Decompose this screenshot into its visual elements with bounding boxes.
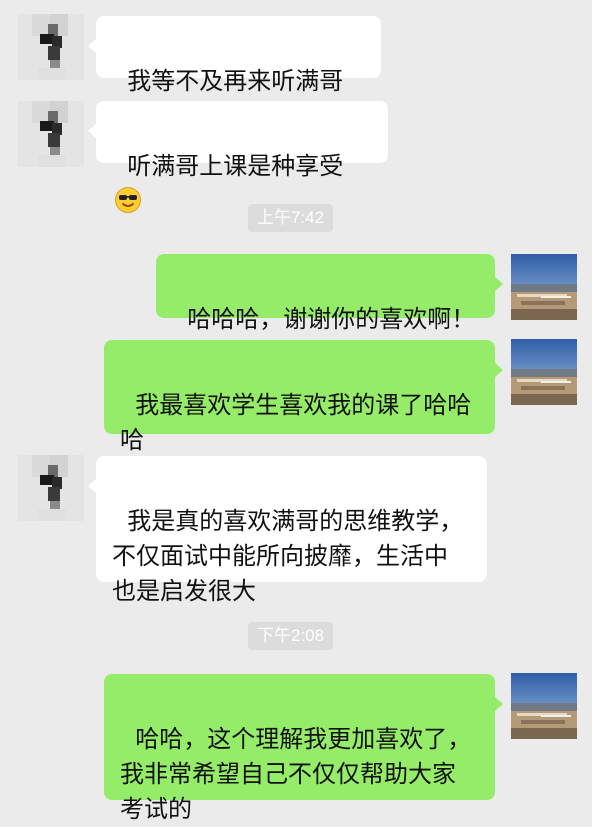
landscape-photo-avatar-icon [511, 673, 577, 739]
message-text: 我最喜欢学生喜欢我的课了哈哈哈 [120, 391, 472, 454]
contact-avatar[interactable] [18, 14, 84, 80]
pixelated-avatar-icon [18, 14, 84, 80]
landscape-photo-avatar-icon [511, 254, 577, 320]
contact-avatar[interactable] [18, 455, 84, 521]
message-text: 哈哈哈，谢谢你的喜欢啊！ [187, 305, 476, 333]
user-avatar[interactable] [511, 673, 577, 739]
timestamp: 下午2:08 [248, 622, 334, 650]
message-text: 哈哈，这个理解我更加喜欢了，我非常希望自己不仅仅帮助大家考试的 [120, 725, 472, 823]
landscape-photo-avatar-icon [511, 339, 577, 405]
message-text: 听满哥上课是种享受 [127, 152, 344, 180]
message-bubble-5[interactable]: 我是真的喜欢满哥的思维教学，不仅面试中能所向披靡，生活中也是启发很大 [88, 456, 487, 605]
message-bubble-2[interactable]: 听满哥上课是种享受 [88, 101, 388, 213]
message-text: 我是真的喜欢满哥的思维教学，不仅面试中能所向披靡，生活中也是启发很大 [112, 507, 464, 605]
user-avatar[interactable] [511, 254, 577, 320]
message-bubble-1[interactable]: 我等不及再来听满哥上课 [88, 16, 381, 130]
contact-avatar[interactable] [18, 101, 84, 167]
sunglasses-emoji-icon [114, 186, 142, 224]
timestamp: 上午7:42 [248, 204, 334, 232]
message-bubble-6[interactable]: 哈哈，这个理解我更加喜欢了，我非常希望自己不仅仅帮助大家考试的 [104, 674, 503, 823]
pixelated-avatar-icon [18, 101, 84, 167]
pixelated-avatar-icon [18, 455, 84, 521]
message-bubble-3[interactable]: 哈哈哈，谢谢你的喜欢啊！ [156, 254, 503, 333]
user-avatar[interactable] [511, 339, 577, 405]
message-bubble-4[interactable]: 我最喜欢学生喜欢我的课了哈哈哈 [104, 340, 503, 454]
